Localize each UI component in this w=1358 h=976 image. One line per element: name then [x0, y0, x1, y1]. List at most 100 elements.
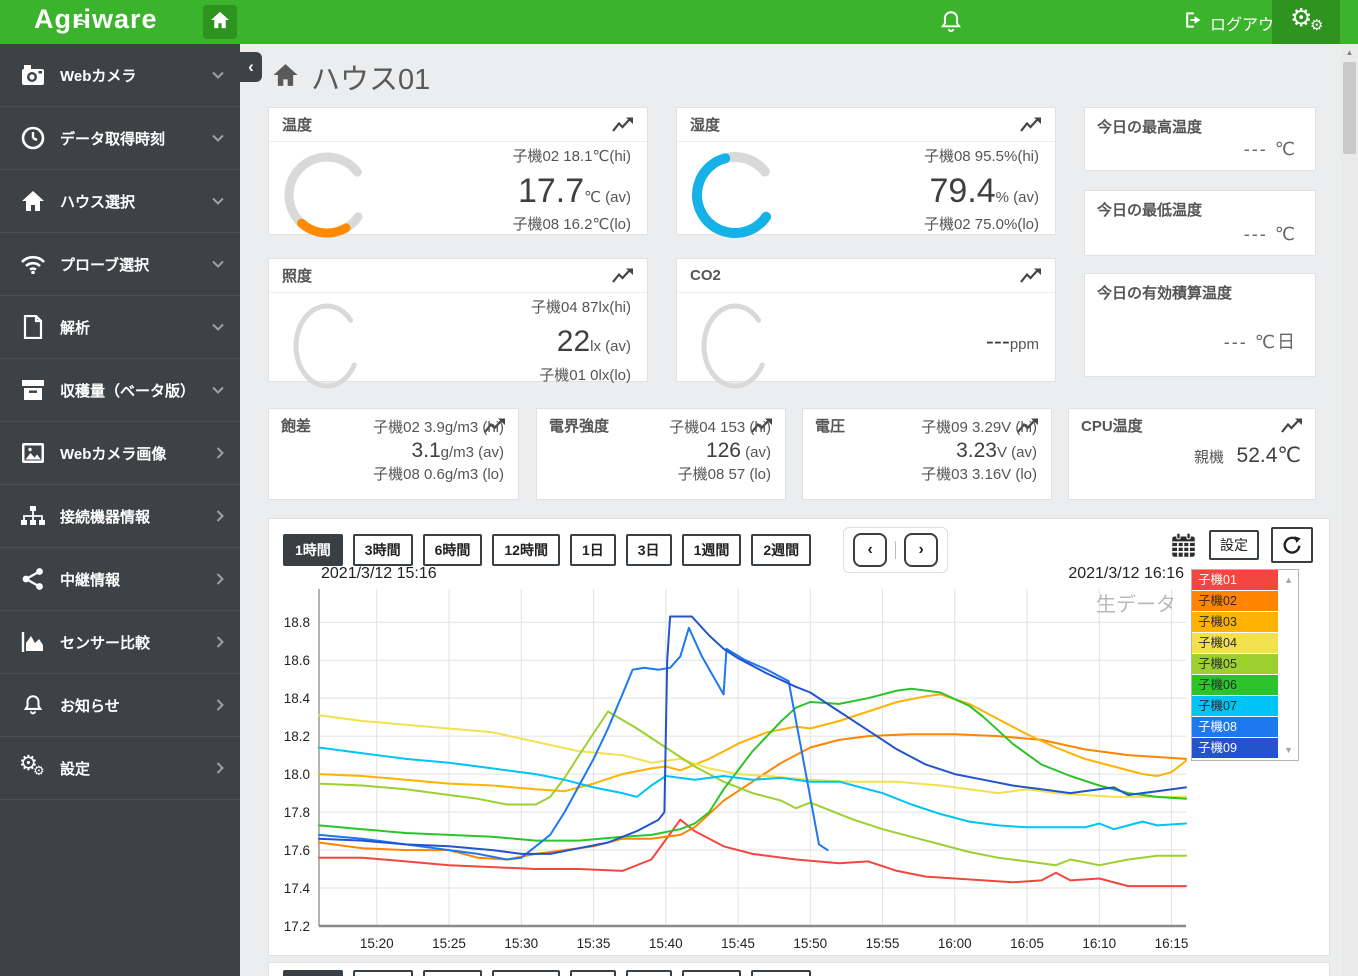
x-axis-label: 16:05 [1010, 936, 1044, 949]
sidebar-item-センサー比較[interactable]: センサー比較 [0, 611, 240, 674]
legend-item-子機03[interactable]: 子機03 [1192, 612, 1278, 633]
legend-item-子機05[interactable]: 子機05 [1192, 654, 1278, 675]
legend-item-子機02[interactable]: 子機02 [1192, 591, 1278, 612]
time-range-button-1日[interactable]: 1日 [569, 534, 616, 566]
x-axis-label: 16:00 [938, 936, 972, 949]
legend-scroll-up-icon[interactable]: ▲ [1284, 575, 1293, 585]
sidebar-item-解析[interactable]: 解析 [0, 296, 240, 359]
settings-gear-button[interactable]: ⚙ ⚙ [1272, 0, 1340, 44]
time-range-button-3時間-bottom[interactable]: 3時間 [352, 970, 413, 976]
chevron-down-icon [212, 71, 224, 79]
sidebar-item-プローブ選択[interactable]: プローブ選択 [0, 233, 240, 296]
sidebar-item-接続機器情報[interactable]: 接続機器情報 [0, 485, 240, 548]
time-range-button-3日-bottom[interactable]: 3日 [625, 970, 672, 976]
time-range-button-12時間[interactable]: 12時間 [492, 534, 560, 566]
time-range-button-2週間[interactable]: 2週間 [751, 534, 812, 566]
chart-pager: ‹ › [843, 527, 949, 573]
sidebar-item-データ取得時刻[interactable]: データ取得時刻 [0, 107, 240, 170]
time-range-button-6時間-bottom[interactable]: 6時間 [422, 970, 483, 976]
card-title: CO2 [690, 267, 721, 284]
sidebar-item-label: データ取得時刻 [60, 130, 166, 148]
card-header: 湿度 [677, 108, 1055, 142]
legend-item-子機06[interactable]: 子機06 [1192, 675, 1278, 696]
sidebar-collapse-button[interactable]: ‹ [240, 52, 262, 82]
x-axis-label: 16:10 [1082, 936, 1116, 949]
sidebar-item-Webカメラ画像[interactable]: Webカメラ画像 [0, 422, 240, 485]
scroll-up-arrow-icon[interactable]: ▲ [1341, 44, 1358, 60]
legend-item-子機07[interactable]: 子機07 [1192, 696, 1278, 717]
page-scrollbar[interactable]: ▲ [1341, 44, 1358, 976]
sidebar-item-label: プローブ選択 [60, 256, 150, 274]
next-button[interactable]: › [904, 533, 939, 567]
time-range-button-1週間[interactable]: 1週間 [681, 534, 742, 566]
time-range-button-3時間[interactable]: 3時間 [352, 534, 413, 566]
home-button[interactable] [203, 5, 237, 39]
card-values: ---ppm [986, 297, 1039, 387]
card-values: 子機09 3.29V (hi) 3.23V (av) 子機03 3.16V (lo) [921, 417, 1037, 485]
sidebar-item-収穫量（ベータ版）[interactable]: 収穫量（ベータ版） [0, 359, 240, 422]
sidebar-item-お知らせ[interactable]: お知らせ [0, 674, 240, 737]
chart-legend: 子機01 子機02 子機03 子機04 子機05 子機06 子機07 子機08 子機09 ▲ ▼ [1191, 569, 1299, 761]
chevron-right-icon [212, 636, 224, 648]
sidebar-item-label: ハウス選択 [60, 193, 136, 211]
chevron-down-icon [212, 134, 224, 142]
card-title: CPU温度 [1081, 418, 1143, 435]
second-chart-panel: 1時間 3時間 6時間 12時間 1日 3日 1週間 2週間 [268, 962, 1330, 976]
sidebar-item-中継情報[interactable]: 中継情報 [0, 548, 240, 611]
legend-item-子機09[interactable]: 子機09 [1192, 738, 1278, 759]
trend-chart-icon[interactable] [1020, 117, 1042, 132]
trend-chart-icon[interactable] [1020, 268, 1042, 283]
sensor-value-row: 子機02 3.9g/m3 (hi) [373, 419, 504, 436]
time-range-button-1週間-bottom[interactable]: 1週間 [681, 970, 742, 976]
card-header: 照度 [269, 259, 647, 293]
summary-value: --- ℃日 [1223, 332, 1297, 352]
notification-bell-icon[interactable] [938, 9, 964, 35]
area-chart-icon [20, 631, 46, 653]
card-values: 子機02 18.1℃(hi) 17.7℃ (av) 子機08 16.2℃(lo) [512, 146, 631, 236]
time-range-button-1時間-bottom[interactable]: 1時間 [283, 970, 343, 976]
time-range-button-12時間-bottom[interactable]: 12時間 [492, 970, 560, 976]
time-range-button-6時間[interactable]: 6時間 [422, 534, 483, 566]
summary-value: --- ℃ [1243, 224, 1297, 244]
card-CO2: CO2 ---ppm [676, 258, 1056, 389]
trend-chart-icon[interactable] [612, 117, 634, 132]
sensor-value-row: 子機08 57 (lo) [677, 466, 771, 483]
card-今日の最高温度: 今日の最高温度 --- ℃ [1084, 107, 1316, 171]
chart-settings-button[interactable]: 設定 [1209, 530, 1259, 560]
chevron-right-icon [212, 573, 224, 585]
calendar-icon[interactable] [1170, 532, 1197, 559]
chevron-right-icon [212, 447, 224, 459]
sensor-value-row: 子機08 0.6g/m3 (lo) [373, 466, 504, 483]
trend-chart-icon[interactable] [612, 268, 634, 283]
sidebar-item-設定[interactable]: ⚙ ⚙ 設定 [0, 737, 240, 800]
time-range-button-1時間[interactable]: 1時間 [283, 534, 343, 566]
refresh-icon [1281, 534, 1303, 556]
prev-button[interactable]: ‹ [853, 533, 888, 567]
chevron-down-icon [212, 386, 224, 394]
card-title: 湿度 [690, 117, 721, 134]
refresh-button[interactable] [1271, 527, 1313, 563]
legend-scroll-down-icon[interactable]: ▼ [1284, 745, 1293, 755]
card-title: 温度 [282, 117, 313, 134]
pager-divider [895, 541, 897, 559]
time-range-button-2週間-bottom[interactable]: 2週間 [751, 970, 812, 976]
average-value-row: 3.1g/m3 (av) [411, 439, 504, 462]
legend-item-子機01[interactable]: 子機01 [1192, 570, 1278, 591]
time-range-button-3日[interactable]: 3日 [625, 534, 672, 566]
brand-logo[interactable]: Agriware [34, 4, 158, 35]
sidebar-item-Webカメラ[interactable]: Webカメラ [0, 44, 240, 107]
time-range-button-1日-bottom[interactable]: 1日 [569, 970, 616, 976]
legend-item-子機04[interactable]: 子機04 [1192, 633, 1278, 654]
card-values: 子機04 153 (hi) 126 (av) 子機08 57 (lo) [669, 417, 771, 485]
card-湿度: 湿度 子機08 95.5%(hi) 79.4% (av) 子機02 75.0%(lo) [676, 107, 1056, 239]
sensor-value-row: 子機04 153 (hi) [669, 419, 771, 436]
sensor-value-row: 子機02 18.1℃(hi) [512, 148, 631, 165]
temperature-gauge [281, 146, 375, 247]
scrollbar-thumb[interactable] [1343, 62, 1356, 154]
sidebar-item-ハウス選択[interactable]: ハウス選択 [0, 170, 240, 233]
legend-item-子機08[interactable]: 子機08 [1192, 717, 1278, 738]
sidebar-item-label: センサー比較 [60, 634, 151, 652]
x-axis-label: 15:20 [360, 936, 394, 949]
average-value: 17.7 [517, 172, 585, 210]
y-axis-label: 18.2 [284, 729, 310, 744]
